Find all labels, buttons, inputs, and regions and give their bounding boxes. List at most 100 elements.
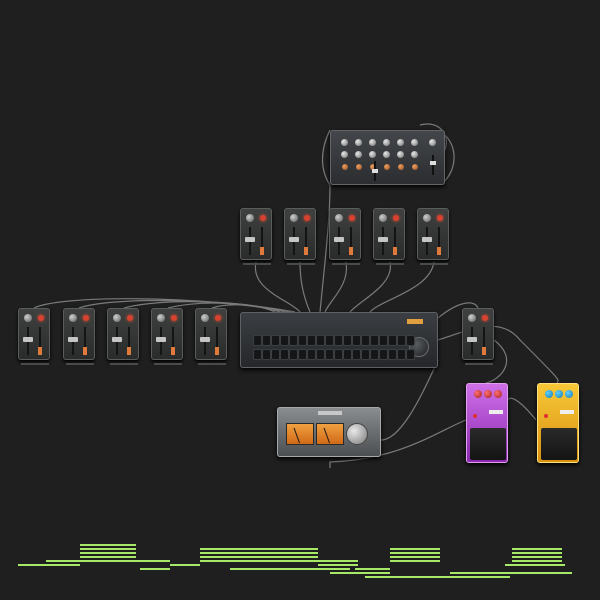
rack-canvas[interactable] xyxy=(0,0,600,600)
console-button[interactable] xyxy=(379,349,388,360)
console-button[interactable] xyxy=(370,335,379,346)
vu-amplifier[interactable] xyxy=(277,407,381,457)
console-button[interactable] xyxy=(271,349,280,360)
knob-icon[interactable] xyxy=(201,314,209,322)
knob-icon[interactable] xyxy=(24,314,32,322)
console-button[interactable] xyxy=(280,335,289,346)
sequencer-note[interactable] xyxy=(260,560,318,562)
fader-handle[interactable] xyxy=(289,237,299,242)
knob-icon[interactable] xyxy=(113,314,121,322)
console-button[interactable] xyxy=(298,349,307,360)
fader-handle[interactable] xyxy=(378,237,388,242)
sequencer-note[interactable] xyxy=(260,556,318,558)
channel-strip[interactable] xyxy=(151,308,183,365)
top-mixer[interactable] xyxy=(330,130,445,185)
sequencer-note[interactable] xyxy=(80,544,136,546)
sequencer-note[interactable] xyxy=(200,552,260,554)
sequencer-lane[interactable] xyxy=(0,538,600,588)
knob-icon[interactable] xyxy=(290,214,298,222)
knob-icon[interactable] xyxy=(412,164,418,170)
channel-strip[interactable] xyxy=(195,308,227,365)
knob-icon[interactable] xyxy=(398,164,404,170)
knob-icon[interactable] xyxy=(69,314,77,322)
knob-icon[interactable] xyxy=(341,151,348,158)
knob-icon[interactable] xyxy=(429,139,436,146)
console-button[interactable] xyxy=(388,335,397,346)
knob-icon[interactable] xyxy=(397,139,404,146)
console-button[interactable] xyxy=(262,335,271,346)
fader-handle[interactable] xyxy=(112,337,122,342)
channel-strip[interactable] xyxy=(63,308,95,365)
sequencer-note[interactable] xyxy=(330,572,390,574)
knob-icon[interactable] xyxy=(545,390,553,398)
fader-handle[interactable] xyxy=(245,237,255,242)
channel-strip[interactable] xyxy=(417,208,449,265)
fader-handle[interactable] xyxy=(467,337,477,342)
fader-handle[interactable] xyxy=(430,161,436,165)
sequencer-note[interactable] xyxy=(450,572,510,574)
fader-handle[interactable] xyxy=(156,337,166,342)
console-button[interactable] xyxy=(334,349,343,360)
knob-icon[interactable] xyxy=(342,164,348,170)
fader-handle[interactable] xyxy=(422,237,432,242)
console-button[interactable] xyxy=(397,335,406,346)
knob-icon[interactable] xyxy=(355,139,362,146)
knob-icon[interactable] xyxy=(411,139,418,146)
knob-icon[interactable] xyxy=(383,139,390,146)
sequencer-note[interactable] xyxy=(80,548,136,550)
footswitch[interactable] xyxy=(470,428,506,460)
console-button[interactable] xyxy=(307,349,316,360)
sequencer-note[interactable] xyxy=(200,556,260,558)
knob-icon[interactable] xyxy=(397,151,404,158)
console-button[interactable] xyxy=(289,349,298,360)
main-console[interactable] xyxy=(240,312,438,368)
channel-strip[interactable] xyxy=(373,208,405,265)
console-button[interactable] xyxy=(361,335,370,346)
sequencer-note[interactable] xyxy=(260,548,318,550)
channel-strip[interactable] xyxy=(462,308,494,365)
knob-icon[interactable] xyxy=(246,214,254,222)
console-button[interactable] xyxy=(325,349,334,360)
sequencer-note[interactable] xyxy=(390,552,440,554)
fader-handle[interactable] xyxy=(23,337,33,342)
console-button[interactable] xyxy=(316,349,325,360)
sequencer-note[interactable] xyxy=(355,568,390,570)
fader-handle[interactable] xyxy=(372,169,378,173)
knob-icon[interactable] xyxy=(484,390,492,398)
knob-icon[interactable] xyxy=(555,390,563,398)
sequencer-note[interactable] xyxy=(505,564,565,566)
channel-strip[interactable] xyxy=(329,208,361,265)
sequencer-note[interactable] xyxy=(318,564,358,566)
sequencer-note[interactable] xyxy=(390,560,440,562)
knob-icon[interactable] xyxy=(379,214,387,222)
fader-handle[interactable] xyxy=(68,337,78,342)
sequencer-note[interactable] xyxy=(510,572,572,574)
console-button[interactable] xyxy=(352,349,361,360)
knob-icon[interactable] xyxy=(369,139,376,146)
channel-strip[interactable] xyxy=(107,308,139,365)
sequencer-note[interactable] xyxy=(512,556,562,558)
console-button[interactable] xyxy=(271,335,280,346)
sequencer-note[interactable] xyxy=(260,552,318,554)
console-button[interactable] xyxy=(406,335,415,346)
console-button[interactable] xyxy=(316,335,325,346)
fader-handle[interactable] xyxy=(334,237,344,242)
sequencer-note[interactable] xyxy=(230,568,290,570)
sequencer-note[interactable] xyxy=(170,564,200,566)
channel-strip[interactable] xyxy=(284,208,316,265)
console-button[interactable] xyxy=(307,335,316,346)
knob-icon[interactable] xyxy=(356,164,362,170)
console-button[interactable] xyxy=(253,335,262,346)
console-button[interactable] xyxy=(343,335,352,346)
console-button[interactable] xyxy=(262,349,271,360)
knob-icon[interactable] xyxy=(383,151,390,158)
sequencer-note[interactable] xyxy=(200,560,260,562)
console-button[interactable] xyxy=(325,335,334,346)
console-button[interactable] xyxy=(406,349,415,360)
knob-icon[interactable] xyxy=(335,214,343,222)
sequencer-note[interactable] xyxy=(512,552,562,554)
console-button[interactable] xyxy=(298,335,307,346)
sequencer-note[interactable] xyxy=(390,576,450,578)
knob-icon[interactable] xyxy=(565,390,573,398)
sequencer-note[interactable] xyxy=(318,560,358,562)
